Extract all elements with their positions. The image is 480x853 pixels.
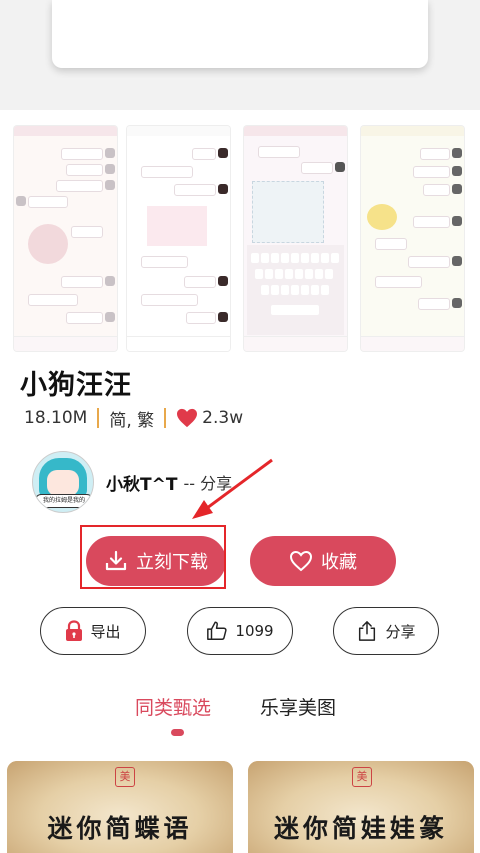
like-button-count: 1099 [235, 622, 274, 640]
export-button[interactable]: 导出 [40, 607, 146, 655]
favorite-label: 收藏 [321, 552, 357, 573]
related-card-title: 迷你简蝶语 [47, 814, 193, 843]
screenshot-3[interactable] [243, 125, 348, 352]
screenshot-2[interactable] [126, 125, 231, 352]
heart-outline-icon [289, 550, 313, 572]
annotation-arrow [192, 458, 273, 519]
related-card[interactable]: 美 迷你简蝶语 [7, 761, 233, 853]
related-list: 美 迷你简蝶语 美 迷你简娃娃篆 [0, 755, 480, 853]
thumb-up-icon [207, 621, 228, 640]
tab-gallery[interactable]: 乐享美图 [260, 693, 336, 720]
seal-mark: 美 [352, 767, 372, 787]
related-card-title: 迷你简娃娃篆 [273, 814, 448, 843]
download-highlight-box [80, 525, 226, 589]
share-button[interactable]: 分享 [333, 607, 439, 655]
preview-card[interactable] [52, 0, 428, 68]
screenshot-gallery[interactable] [0, 110, 480, 355]
favorite-button[interactable]: 收藏 [250, 536, 396, 586]
export-label: 导出 [90, 622, 121, 641]
tab-indicator [171, 729, 184, 736]
screenshot-1[interactable] [13, 125, 118, 352]
detail-content: 小狗汪汪 18.10M 简, 繁 2.3w 我的拉姆是我的 小秋T^T -- 分… [0, 355, 480, 853]
screenshot-4[interactable] [360, 125, 465, 352]
share-icon [359, 621, 376, 641]
lock-icon [66, 620, 83, 641]
seal-mark: 美 [115, 767, 135, 787]
tab-similar[interactable]: 同类甄选 [135, 693, 211, 720]
section-tabs: 同类甄选 乐享美图 [0, 693, 480, 723]
share-label: 分享 [385, 622, 416, 641]
like-button[interactable]: 1099 [187, 607, 293, 655]
related-card[interactable]: 美 迷你简娃娃篆 [248, 761, 474, 853]
top-preview-area [0, 0, 480, 110]
